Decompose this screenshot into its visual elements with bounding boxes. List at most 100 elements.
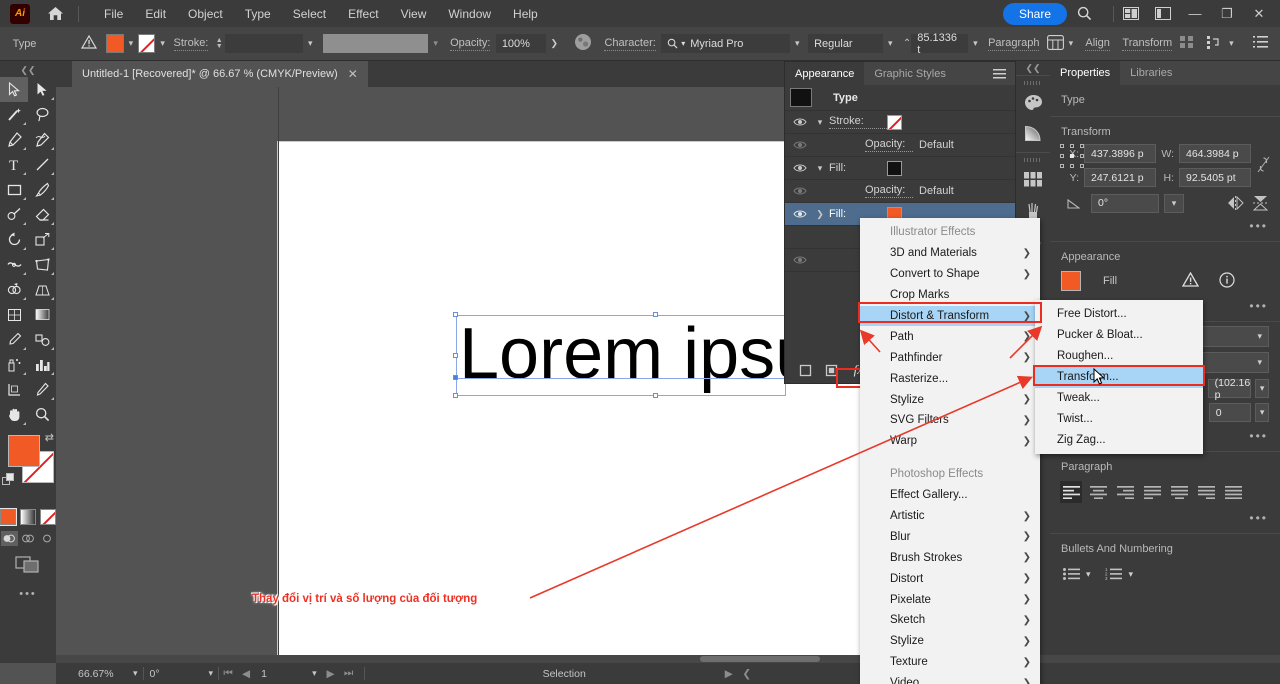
justify-last-center-button[interactable]	[1168, 481, 1190, 503]
effect-context-menu[interactable]: Illustrator Effects 3D and Materials❯ Co…	[860, 218, 1040, 684]
menu-item-path[interactable]: Path❯	[860, 326, 1040, 347]
add-new-fill-button[interactable]	[823, 362, 839, 378]
selection-handle[interactable]	[653, 312, 658, 317]
menu-item-video[interactable]: Video❯	[860, 673, 1040, 684]
visibility-eye-icon[interactable]	[789, 186, 811, 196]
align-right-button[interactable]	[1114, 481, 1136, 503]
eyedropper-tool[interactable]	[0, 327, 28, 352]
x-field[interactable]: 437.3896 p	[1084, 144, 1156, 163]
toolbar-more-icon[interactable]: •••	[0, 588, 56, 600]
flip-horizontal-icon[interactable]	[1225, 193, 1245, 213]
default-fill-stroke-icon[interactable]	[2, 473, 15, 489]
artboard-caret-icon[interactable]: ▾	[307, 668, 322, 679]
add-new-stroke-button[interactable]	[797, 362, 813, 378]
menu-object[interactable]: Object	[177, 3, 234, 25]
rotate-tool[interactable]	[0, 227, 28, 252]
mesh-tool[interactable]	[0, 302, 28, 327]
magic-wand-tool[interactable]	[0, 102, 28, 127]
fill-color-large-swatch[interactable]	[8, 435, 40, 467]
maximize-button[interactable]: ❐	[1212, 0, 1242, 27]
font-family-field[interactable]: ▾ Myriad Pro	[661, 34, 790, 53]
selection-tool[interactable]	[0, 77, 28, 102]
swatches-panel-icon[interactable]	[1016, 164, 1050, 195]
document-tab[interactable]: Untitled-1 [Recovered]* @ 66.67 % (CMYK/…	[72, 61, 368, 87]
submenu-item-tweak[interactable]: Tweak...	[1035, 388, 1203, 409]
gradient-panel-icon[interactable]	[1016, 118, 1050, 149]
font-style-caret-icon[interactable]: ▾	[883, 38, 898, 49]
draw-behind-button[interactable]	[20, 531, 37, 546]
appearance-row-opacity-2[interactable]: Opacity: Default	[785, 180, 1015, 203]
horizontal-scrollbar[interactable]	[56, 655, 1280, 663]
color-panel-icon[interactable]	[1016, 87, 1050, 118]
shape-builder-tool[interactable]	[0, 277, 28, 302]
zoom-caret-icon[interactable]: ▾	[128, 668, 143, 679]
leading-field[interactable]: (102.16 p	[1208, 379, 1252, 398]
appearance-fill-swatch[interactable]	[1061, 271, 1081, 291]
menu-view[interactable]: View	[390, 3, 438, 25]
scale-tool[interactable]	[28, 227, 56, 252]
line-segment-tool[interactable]	[28, 152, 56, 177]
tab-appearance[interactable]: Appearance	[785, 62, 864, 85]
slice-tool[interactable]	[28, 377, 56, 402]
tracking-field[interactable]: 0	[1209, 403, 1252, 422]
transform-more-options-icon[interactable]: •••	[1050, 219, 1280, 233]
menu-item-rasterize[interactable]: Rasterize...	[860, 368, 1040, 389]
close-button[interactable]: ✕	[1244, 0, 1274, 27]
gradient-mode-button[interactable]	[20, 509, 36, 525]
gradient-tool[interactable]	[28, 302, 56, 327]
arrange-caret-icon[interactable]: ▾	[1224, 38, 1239, 49]
selection-handle[interactable]	[453, 353, 458, 358]
leading-caret-icon[interactable]: ▾	[1255, 379, 1269, 398]
h-field[interactable]: 92.5405 pt	[1179, 168, 1251, 187]
menu-item-sketch[interactable]: Sketch❯	[860, 610, 1040, 631]
menu-edit[interactable]: Edit	[134, 3, 177, 25]
workspace-switcher-icon[interactable]	[1148, 2, 1178, 26]
artboard-number-field[interactable]: 1	[255, 663, 307, 684]
menu-help[interactable]: Help	[502, 3, 549, 25]
panel-options-icon[interactable]	[1253, 36, 1280, 51]
menu-select[interactable]: Select	[282, 3, 337, 25]
draw-normal-button[interactable]	[1, 531, 18, 546]
flip-vertical-icon[interactable]	[1250, 193, 1270, 213]
rotation-angle-field[interactable]: 0°	[1091, 194, 1159, 213]
menu-item-pathfinder[interactable]: Pathfinder❯	[860, 347, 1040, 368]
rail-drag-handle-2[interactable]	[1024, 158, 1042, 162]
panel-menu-icon[interactable]	[984, 62, 1015, 85]
opacity-value-field[interactable]: 100%	[496, 34, 546, 53]
artboard-tool[interactable]	[0, 377, 28, 402]
none-mode-button[interactable]	[40, 509, 56, 525]
justify-all-button[interactable]	[1222, 481, 1244, 503]
tab-properties[interactable]: Properties	[1050, 61, 1120, 85]
type-tool[interactable]: T	[0, 152, 28, 177]
bulleted-list-button[interactable]	[1060, 563, 1082, 585]
y-field[interactable]: 247.6121 p	[1084, 168, 1156, 187]
hand-tool[interactable]	[0, 402, 28, 427]
submenu-item-roughen[interactable]: Roughen...	[1035, 346, 1203, 367]
opacity-mask-icon[interactable]	[574, 33, 592, 54]
appearance-row-type[interactable]: Type	[785, 85, 1015, 111]
opacity-expand-icon[interactable]: ❯	[546, 38, 564, 49]
transform-label[interactable]: Transform	[1122, 37, 1172, 51]
font-size-caret-icon[interactable]: ▾	[968, 38, 983, 49]
swap-fill-stroke-icon[interactable]: ⇄	[45, 431, 54, 444]
menu-item-distort-and-transform[interactable]: Distort & Transform❯	[860, 306, 1040, 327]
stroke-profile-caret-icon[interactable]: ▾	[428, 38, 443, 49]
justify-last-left-button[interactable]	[1141, 481, 1163, 503]
share-button[interactable]: Share	[1003, 3, 1067, 25]
blend-tool[interactable]	[28, 327, 56, 352]
menu-item-brush-strokes[interactable]: Brush Strokes❯	[860, 547, 1040, 568]
last-artboard-icon[interactable]: ⏭	[340, 667, 358, 680]
symbol-sprayer-tool[interactable]	[0, 352, 28, 377]
submenu-item-twist[interactable]: Twist...	[1035, 408, 1203, 429]
paragraph-label[interactable]: Paragraph	[988, 37, 1039, 51]
tab-libraries[interactable]: Libraries	[1120, 61, 1182, 85]
menu-item-distort[interactable]: Distort❯	[860, 568, 1040, 589]
rotation-field[interactable]: 0°	[144, 663, 204, 684]
paragraph-caret-icon[interactable]: ▾	[1064, 38, 1079, 49]
tracking-caret-icon[interactable]: ▾	[1255, 403, 1269, 422]
rail-collapse-icon[interactable]: ❮❮	[1016, 61, 1050, 75]
appearance-row-fill-black[interactable]: ▾ Fill:	[785, 157, 1015, 180]
stroke-profile-field[interactable]	[323, 34, 428, 53]
rotation-preset-caret-icon[interactable]: ▾	[1164, 194, 1184, 213]
width-tool[interactable]	[0, 252, 28, 277]
